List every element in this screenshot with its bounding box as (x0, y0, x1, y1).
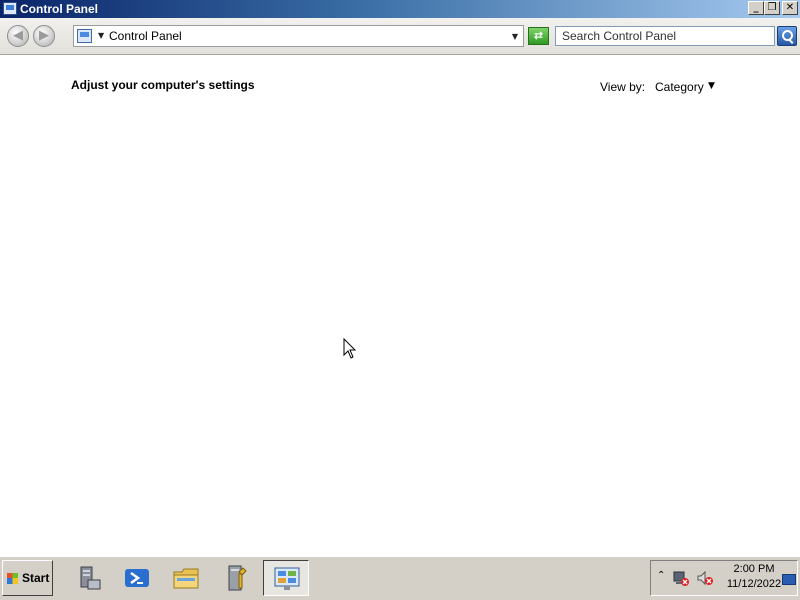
control-panel-icon (77, 29, 92, 43)
minimize-button[interactable]: _ (748, 1, 764, 15)
view-by-dropdown[interactable]: Category (655, 80, 704, 94)
forward-button[interactable]: ▶ (33, 25, 55, 47)
breadcrumb-dropdown-arrow-icon[interactable]: ▼ (98, 31, 104, 40)
powershell-icon (125, 569, 149, 587)
search-button[interactable] (777, 26, 797, 46)
mouse-pointer-icon (343, 337, 357, 363)
windows-logo-icon (7, 573, 18, 584)
clock-time[interactable]: 2:00 PM (729, 563, 779, 575)
volume-muted-icon[interactable] (696, 570, 714, 586)
search-input[interactable]: Search Control Panel (555, 26, 775, 46)
back-button[interactable]: ◀ (7, 25, 29, 47)
start-label: Start (22, 571, 50, 585)
navigation-bar: ◀ ▶ ▼ Control Panel ▼ ⇄ Search Control P… (0, 18, 800, 55)
show-desktop-icon[interactable] (782, 574, 796, 585)
show-hidden-icons-chevron-icon[interactable]: ⌃ (657, 570, 665, 581)
breadcrumb-control-panel[interactable]: Control Panel (109, 29, 182, 43)
administrative-tools-icon (228, 565, 247, 591)
control-panel-icon (274, 567, 300, 590)
taskbar: Start ⌃ 2:00 PM 11/12/2022 (0, 556, 800, 600)
close-button[interactable]: ✕ (782, 1, 798, 15)
network-disconnected-icon[interactable] (673, 570, 689, 586)
address-history-dropdown-icon[interactable]: ▼ (512, 32, 518, 41)
view-by-chevron-down-icon[interactable]: ▼ (708, 81, 715, 91)
address-bar[interactable]: ▼ Control Panel ▼ (73, 25, 524, 47)
taskbar-powershell[interactable] (114, 560, 160, 596)
window-title: Control Panel (20, 2, 99, 16)
maximize-button[interactable]: ❐ (764, 1, 780, 15)
forward-arrow-icon: ▶ (39, 28, 49, 43)
refresh-button[interactable]: ⇄ (528, 27, 549, 45)
title-bar[interactable]: Control Panel _ ❐ ✕ (0, 0, 800, 18)
page-title: Adjust your computer's settings (71, 78, 255, 92)
taskbar-file-explorer[interactable] (163, 560, 209, 596)
view-by-label: View by: (600, 80, 646, 94)
system-tray: ⌃ 2:00 PM 11/12/2022 (650, 560, 798, 596)
control-panel-app-icon[interactable] (3, 2, 17, 15)
taskbar-control-panel[interactable] (263, 560, 309, 596)
clock-date[interactable]: 11/12/2022 (721, 578, 787, 590)
refresh-icon: ⇄ (533, 29, 544, 42)
start-button[interactable]: Start (2, 560, 53, 596)
file-explorer-icon (173, 568, 199, 589)
server-manager-icon (80, 566, 101, 590)
taskbar-administrative-tools[interactable] (212, 560, 258, 596)
back-arrow-icon: ◀ (13, 28, 23, 43)
taskbar-server-manager[interactable] (65, 560, 111, 596)
